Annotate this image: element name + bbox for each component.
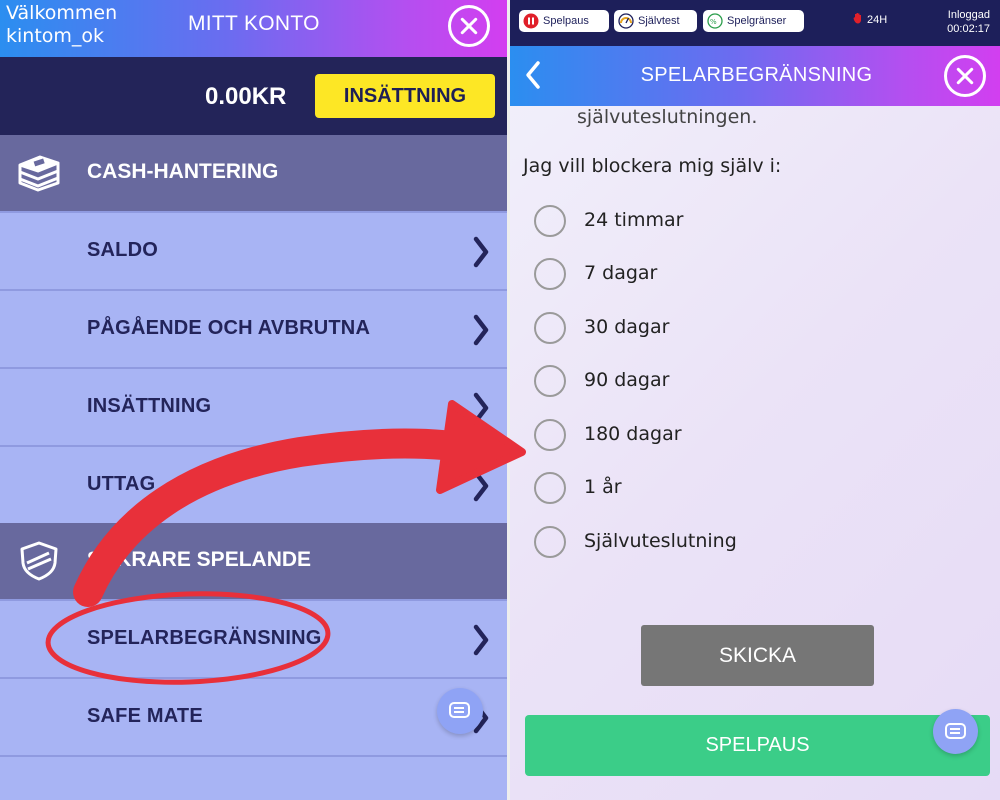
menu-item-label: INSÄTTNING: [87, 395, 212, 417]
account-menu-panel: Välkommen kintom_ok MITT KONTO 0.00KR IN…: [0, 0, 507, 800]
age-badge-label: 24H: [867, 14, 888, 26]
login-time: 00:02:17: [947, 23, 990, 35]
balance-bar: 0.00KR INSÄTTNING: [0, 57, 507, 135]
login-label: Inloggad: [947, 9, 990, 21]
chevron-right-icon: [473, 314, 489, 346]
account-title: MITT KONTO: [188, 12, 320, 35]
close-icon[interactable]: [944, 55, 986, 97]
selftest-pill[interactable]: Självtest: [614, 10, 697, 32]
game-pause-button[interactable]: SPELPAUS: [525, 715, 990, 776]
block-question: Jag vill blockera mig själv i:: [523, 155, 782, 177]
chevron-right-icon: [473, 470, 489, 502]
welcome-text: Välkommen kintom_ok: [6, 2, 117, 48]
option-label: 90 dagar: [584, 369, 670, 391]
radio-button[interactable]: [534, 419, 566, 451]
selftest-pill-label: Självtest: [638, 15, 680, 27]
limits-pill-label: Spelgränser: [727, 15, 787, 27]
option-label: 30 dagar: [584, 316, 670, 338]
menu-item-empty: [0, 755, 507, 800]
radio-button[interactable]: [534, 312, 566, 344]
section-cash-management: CASH-HANTERING: [0, 135, 507, 211]
player-limits-header: SPELARBEGRÄNSNING: [510, 46, 1000, 106]
chat-icon: [945, 723, 966, 739]
svg-text:%: %: [710, 18, 717, 26]
menu-item-player-limits[interactable]: SPELARBEGRÄNSNING: [0, 599, 507, 677]
status-bar: Spelpaus Självtest % Spelgränser 24H Inl…: [510, 0, 1000, 46]
radio-button[interactable]: [534, 365, 566, 397]
shield-icon: [20, 541, 58, 581]
limits-icon: %: [707, 13, 723, 29]
account-header: Välkommen kintom_ok MITT KONTO: [0, 0, 507, 57]
limits-pill[interactable]: % Spelgränser: [703, 10, 804, 32]
login-timer: Inloggad 00:02:17: [930, 8, 990, 36]
age-badge: 24H: [853, 12, 887, 26]
pause-pill-label: Spelpaus: [543, 15, 589, 27]
pause-icon: [523, 13, 539, 29]
truncated-paragraph: självuteslutningen.: [577, 106, 758, 128]
menu-item-deposit[interactable]: INSÄTTNING: [0, 367, 507, 445]
player-limits-panel: Spelpaus Självtest % Spelgränser 24H Inl…: [507, 0, 1000, 800]
deposit-button[interactable]: INSÄTTNING: [315, 74, 495, 118]
radio-button[interactable]: [534, 205, 566, 237]
menu-item-pending[interactable]: PÅGÅENDE OCH AVBRUTNA: [0, 289, 507, 367]
chevron-right-icon: [473, 624, 489, 656]
submit-button[interactable]: SKICKA: [641, 625, 874, 686]
chat-icon: [449, 702, 470, 718]
option-label: 24 timmar: [584, 209, 684, 231]
chat-button[interactable]: [437, 688, 483, 734]
chat-button[interactable]: [933, 709, 978, 754]
chevron-right-icon: [473, 392, 489, 424]
menu-item-label: SAFE MATE: [87, 705, 203, 727]
welcome-username: kintom_ok: [6, 25, 105, 47]
menu-item-safe-mate[interactable]: SAFE MATE: [0, 677, 507, 755]
balance-amount: 0.00KR: [205, 83, 287, 110]
option-label: 1 år: [584, 476, 622, 498]
option-label: Självuteslutning: [584, 530, 737, 552]
radio-button[interactable]: [534, 258, 566, 290]
menu-item-label: SPELARBEGRÄNSNING: [87, 627, 322, 649]
menu-item-label: SALDO: [87, 239, 158, 261]
welcome-greeting: Välkommen: [6, 2, 118, 24]
option-label: 7 dagar: [584, 262, 658, 284]
cash-stack-icon: [18, 155, 60, 192]
section-safer-gambling: SÄKRARE SPELANDE: [0, 523, 507, 599]
section-title: CASH-HANTERING: [87, 160, 279, 183]
menu-item-label: PÅGÅENDE OCH AVBRUTNA: [87, 317, 371, 339]
radio-button[interactable]: [534, 472, 566, 504]
radio-button[interactable]: [534, 526, 566, 558]
menu-item-label: UTTAG: [87, 473, 156, 495]
section-title: SÄKRARE SPELANDE: [87, 548, 312, 571]
close-icon[interactable]: [448, 5, 490, 47]
menu-item-saldo[interactable]: SALDO: [0, 211, 507, 289]
pause-pill[interactable]: Spelpaus: [519, 10, 609, 32]
gauge-icon: [618, 13, 634, 29]
page-title: SPELARBEGRÄNSNING: [640, 64, 873, 86]
hand-icon: [853, 13, 861, 24]
option-label: 180 dagar: [584, 423, 682, 445]
chevron-right-icon: [473, 236, 489, 268]
menu-item-withdraw[interactable]: UTTAG: [0, 445, 507, 523]
